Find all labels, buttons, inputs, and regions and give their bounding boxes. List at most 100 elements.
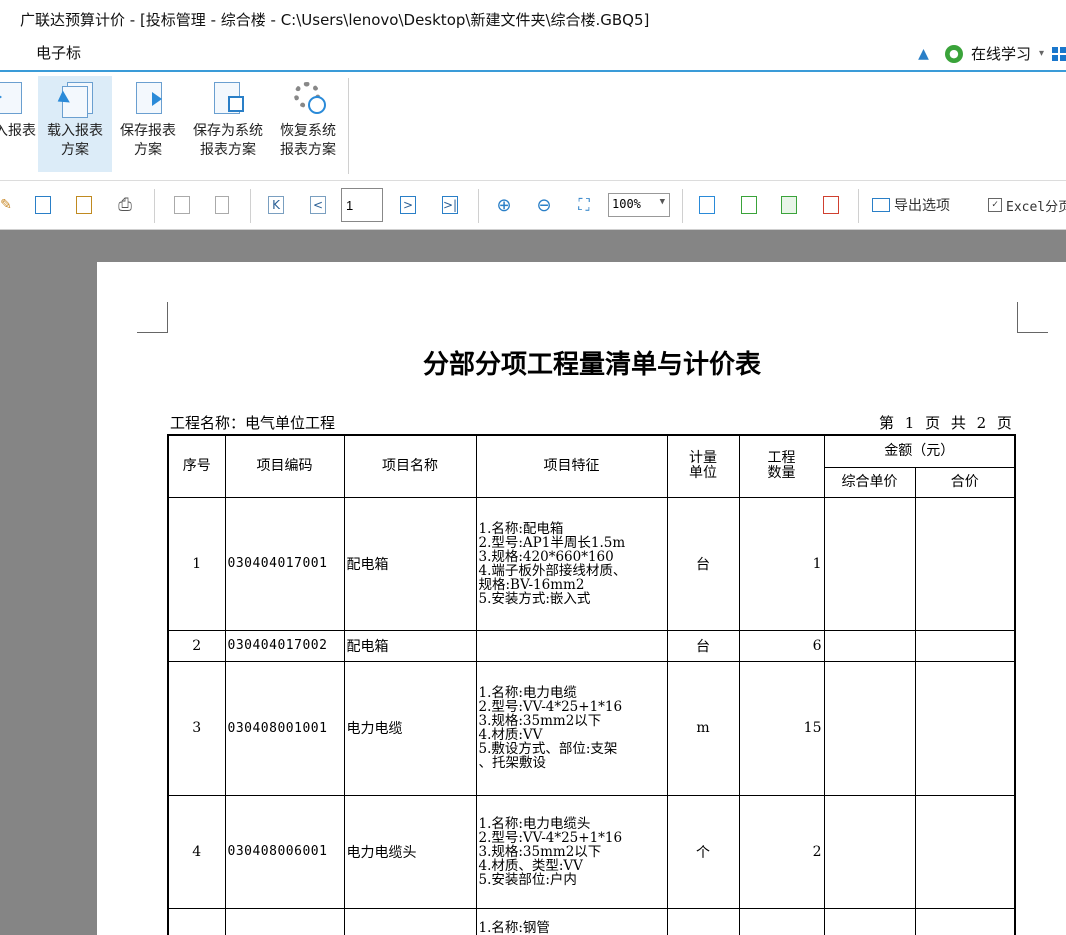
load-report-icon xyxy=(0,80,32,116)
feature-line: 规格:BV-16mm2 xyxy=(478,576,585,593)
toolbar-separator xyxy=(250,189,251,223)
zoom-in-icon[interactable]: ⊕ xyxy=(494,193,514,217)
save-as-system-scheme-button[interactable]: 保存为系统 报表方案 xyxy=(187,76,269,172)
cell-name xyxy=(343,907,477,935)
feature-line: 1.名称:电力电缆 xyxy=(478,685,577,701)
header-seq: 序号 xyxy=(167,434,226,498)
single-page-icon[interactable] xyxy=(172,193,192,217)
excel-paging-label: Excel分页 xyxy=(1006,199,1066,215)
feature-line: 2.型号:VV-4*25+1*16 xyxy=(478,829,623,846)
table-row[interactable]: 2 030404017002 配电箱 台 6 xyxy=(167,629,1016,662)
report-page: 分部分项工程量清单与计价表 工程名称：电气单位工程 第 1 页 共 2 页 序号… xyxy=(97,262,1066,935)
cell-features: 1.名称:配电箱 2.型号:AP1半周长1.5m 3.规格:420*660*16… xyxy=(475,496,668,631)
ribbon-label-2: 方案 xyxy=(61,142,89,158)
restore-system-icon xyxy=(290,80,326,116)
cell-unit-price xyxy=(823,629,916,662)
menu-right-group: ▲ ● 在线学习 ▾ xyxy=(918,43,1066,64)
next-page-icon[interactable]: > xyxy=(398,193,418,217)
cell-total xyxy=(914,907,1016,935)
cell-total xyxy=(914,496,1016,631)
header-name: 项目名称 xyxy=(343,434,477,498)
zoom-out-icon[interactable]: ⊖ xyxy=(534,193,554,217)
table-row[interactable]: 3 030408001001 电力电缆 1.名称:电力电缆 2.型号:VV-4*… xyxy=(167,660,1016,796)
feature-line: 5.安装部位:户内 xyxy=(478,871,577,888)
cell-name: 电力电缆头 xyxy=(343,794,477,909)
header-qty-line2: 数量 xyxy=(767,465,796,482)
header-unit-line2: 单位 xyxy=(689,465,717,482)
header-unit-price: 综合单价 xyxy=(823,466,916,498)
previous-page-icon[interactable]: < xyxy=(308,193,328,217)
cell-code xyxy=(224,907,345,935)
cell-unit: m xyxy=(666,660,740,796)
pencil-icon[interactable]: ✎ xyxy=(0,193,12,217)
page-number-input[interactable] xyxy=(341,188,383,222)
toolbar-separator xyxy=(682,189,683,223)
ribbon-label: 入报表 xyxy=(0,123,36,139)
cell-features: 1.名称:电力电缆 2.型号:VV-4*25+1*16 3.规格:35mm2以下… xyxy=(475,660,668,796)
export-excel-icon[interactable] xyxy=(696,193,718,217)
cell-name: 配电箱 xyxy=(343,496,477,631)
app-grid-icon[interactable] xyxy=(1052,46,1066,61)
last-page-icon[interactable]: >| xyxy=(440,193,460,217)
cell-unit: 台 xyxy=(666,496,740,631)
table-row[interactable]: 4 030408006001 电力电缆头 1.名称:电力电缆头 2.型号:VV-… xyxy=(167,794,1016,909)
print-icon[interactable]: ⎙ xyxy=(114,193,136,217)
project-name: 工程名称：电气单位工程 xyxy=(170,414,336,432)
feature-line: 4.材质:VV xyxy=(478,727,543,743)
ribbon-label-2: 报表方案 xyxy=(280,142,336,158)
export-options-button[interactable]: 导出选项 xyxy=(872,193,962,217)
zoom-value: 100% xyxy=(612,197,641,211)
window-title: 广联达预算计价 - [投标管理 - 综合楼 - C:\Users\lenovo\… xyxy=(20,11,650,29)
export-pdf-icon[interactable] xyxy=(820,193,842,217)
cell-code: 030404017002 xyxy=(224,629,345,662)
feature-line: 5.安装方式:嵌入式 xyxy=(478,590,591,607)
ribbon-label-2: 方案 xyxy=(134,142,162,158)
collapse-ribbon-icon[interactable]: ▲ xyxy=(918,46,929,62)
cell-unit-price xyxy=(823,496,916,631)
load-report-button[interactable]: 入报表 xyxy=(0,76,36,172)
crop-mark xyxy=(1017,302,1048,333)
report-title: 分部分项工程量清单与计价表 xyxy=(422,350,761,380)
edit-doc-icon[interactable] xyxy=(32,193,54,217)
cell-code: 030408001001 xyxy=(224,660,345,796)
export-word-icon[interactable] xyxy=(778,193,800,217)
cell-unit-price xyxy=(823,907,916,935)
cell-features: 1.名称:钢管 xyxy=(475,907,668,935)
feature-line: 1.名称:电力电缆头 xyxy=(478,815,591,832)
feature-line: 4.端子板外部接线材质、 xyxy=(478,562,627,579)
header-unit: 计量 单位 xyxy=(666,434,740,498)
header-quantity: 工程 数量 xyxy=(738,434,825,498)
feature-line: 3.规格:35mm2以下 xyxy=(478,843,602,860)
ribbon-label-1: 保存报表 xyxy=(120,123,176,139)
export-all-icon[interactable] xyxy=(738,193,760,217)
header-code: 项目编码 xyxy=(224,434,345,498)
checkbox-icon: ✓ xyxy=(988,198,1002,212)
load-report-scheme-button[interactable]: 载入报表 方案 xyxy=(38,76,112,172)
first-page-icon[interactable]: K xyxy=(266,193,286,217)
save-as-system-icon xyxy=(210,80,246,116)
fit-page-icon[interactable]: ⛶ xyxy=(574,193,594,217)
tab-electronic-bid[interactable]: 电子标 xyxy=(36,42,81,63)
restore-system-scheme-button[interactable]: 恢复系统 报表方案 xyxy=(272,76,344,172)
table-row[interactable]: 1 030404017001 配电箱 1.名称:配电箱 2.型号:AP1半周长1… xyxy=(167,496,1016,631)
export-options-label: 导出选项 xyxy=(894,198,950,214)
preview-canvas[interactable]: 分部分项工程量清单与计价表 工程名称：电气单位工程 第 1 页 共 2 页 序号… xyxy=(0,230,1066,935)
multi-page-icon[interactable] xyxy=(212,193,232,217)
toolbar-separator xyxy=(478,189,479,223)
cell-code: 030404017001 xyxy=(224,496,345,631)
crop-mark xyxy=(137,302,168,333)
save-report-scheme-button[interactable]: 保存报表 方案 xyxy=(113,76,183,172)
title-bar: 广联达预算计价 - [投标管理 - 综合楼 - C:\Users\lenovo\… xyxy=(0,0,1066,38)
feature-line: 3.规格:35mm2以下 xyxy=(478,713,602,729)
online-learning-icon[interactable]: ● xyxy=(944,44,963,63)
dropdown-arrow-icon[interactable]: ▾ xyxy=(1039,48,1044,59)
zoom-select[interactable]: 100% ▼ xyxy=(608,193,670,217)
online-learning-label[interactable]: 在线学习 xyxy=(971,43,1031,64)
excel-paging-checkbox[interactable]: ✓ Excel分页 xyxy=(988,193,1066,217)
toolbar-separator xyxy=(858,189,859,223)
header-total: 合价 xyxy=(914,466,1016,498)
chevron-down-icon: ▼ xyxy=(659,197,665,207)
table-row[interactable]: 1.名称:钢管 xyxy=(167,907,1016,935)
edit-note-icon[interactable] xyxy=(72,193,96,217)
bill-table: 序号 项目编码 项目名称 项目特征 计量 单位 工程 数量 金额（元） 综合单价… xyxy=(167,434,1016,935)
